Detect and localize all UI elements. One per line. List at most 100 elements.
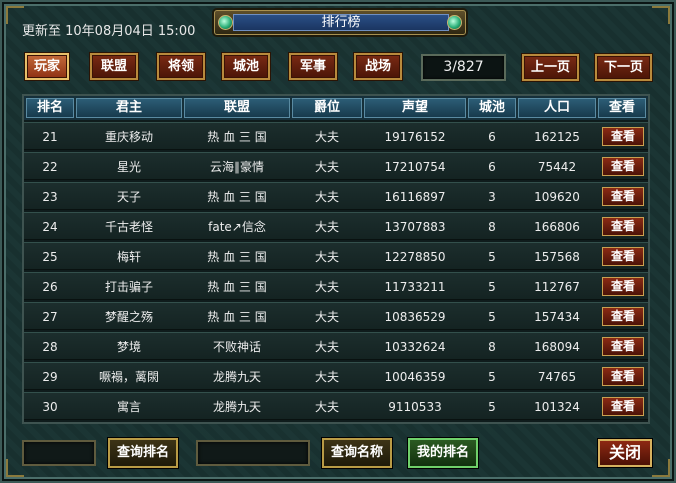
cell-cities: 5 — [488, 280, 496, 294]
cell-lord: 打击骗子 — [104, 280, 153, 294]
query-rank-button[interactable]: 查询排名 — [108, 438, 178, 468]
cell-title: 大夫 — [314, 280, 339, 294]
cell-prestige: 17210754 — [384, 160, 446, 174]
cell-lord: 重庆移动 — [104, 130, 153, 144]
cell-title: 大夫 — [314, 190, 339, 204]
cell-prestige: 11733211 — [384, 280, 446, 294]
view-button[interactable]: 查看 — [602, 307, 644, 326]
cell-alliance: 龙腾九天 — [212, 400, 261, 414]
table-row: 25 梅轩 热 血 三 国 大夫 12278850 5 157568 查看 — [24, 242, 648, 270]
view-button[interactable]: 查看 — [602, 127, 644, 146]
tab-general[interactable]: 将领 — [157, 53, 205, 80]
cell-lord: 天子 — [116, 190, 141, 204]
cell-prestige: 9110533 — [388, 400, 442, 414]
next-page-button[interactable]: 下一页 — [595, 54, 652, 81]
cell-alliance: 云海∥豪情 — [209, 160, 264, 174]
ranking-table: 排名 君主 联盟 爵位 声望 城池 人口 查看 21 重庆移动 热 血 三 国 … — [22, 94, 650, 424]
query-name-button[interactable]: 查询名称 — [322, 438, 392, 468]
cell-prestige: 13707883 — [384, 220, 446, 234]
tab-city[interactable]: 城池 — [222, 53, 270, 80]
cell-prestige: 10046359 — [384, 370, 446, 384]
table-header: 排名 君主 联盟 爵位 声望 城池 人口 查看 — [24, 96, 648, 120]
name-query-input[interactable] — [196, 440, 310, 466]
table-row: 24 千古老怪 fate↗信念 大夫 13707883 8 166806 查看 — [24, 212, 648, 240]
cell-rank: 24 — [42, 220, 58, 234]
cell-rank: 22 — [42, 160, 58, 174]
header-lord: 君主 — [76, 98, 182, 118]
cell-cities: 6 — [488, 160, 496, 174]
jade-gem-icon — [218, 15, 233, 30]
tab-battlefield[interactable]: 战场 — [354, 53, 402, 80]
cell-population: 157568 — [534, 250, 580, 264]
cell-lord: 噘褟，蓠閖 — [98, 370, 159, 384]
cell-population: 101324 — [534, 400, 580, 414]
cell-title: 大夫 — [314, 310, 339, 324]
cell-cities: 8 — [488, 340, 496, 354]
view-button[interactable]: 查看 — [602, 157, 644, 176]
cell-cities: 5 — [488, 310, 496, 324]
cell-prestige: 10332624 — [384, 340, 446, 354]
cell-lord: 梦境 — [116, 340, 141, 354]
view-button[interactable]: 查看 — [602, 397, 644, 416]
cell-cities: 3 — [488, 190, 496, 204]
cell-lord: 寓言 — [116, 400, 141, 414]
view-button[interactable]: 查看 — [602, 337, 644, 356]
close-button[interactable]: 关闭 — [598, 439, 652, 467]
header-alliance: 联盟 — [184, 98, 290, 118]
cell-title: 大夫 — [314, 160, 339, 174]
title-bar: 排行榜 — [214, 10, 466, 35]
cell-title: 大夫 — [314, 340, 339, 354]
cell-prestige: 10836529 — [384, 310, 446, 324]
prev-page-button[interactable]: 上一页 — [522, 54, 579, 81]
view-button[interactable]: 查看 — [602, 247, 644, 266]
cell-prestige: 19176152 — [384, 130, 446, 144]
header-title: 爵位 — [292, 98, 362, 118]
cell-rank: 23 — [42, 190, 58, 204]
cell-cities: 8 — [488, 220, 496, 234]
cell-rank: 26 — [42, 280, 58, 294]
view-button[interactable]: 查看 — [602, 367, 644, 386]
cell-population: 112767 — [534, 280, 580, 294]
cell-alliance: 热 血 三 国 — [207, 280, 267, 294]
table-row: 28 梦境 不败神话 大夫 10332624 8 168094 查看 — [24, 332, 648, 360]
cell-prestige: 12278850 — [384, 250, 446, 264]
cell-rank: 30 — [42, 400, 58, 414]
cell-cities: 5 — [488, 250, 496, 264]
cell-population: 74765 — [537, 370, 577, 384]
cell-cities: 5 — [488, 370, 496, 384]
update-timestamp: 更新至 10年08月04日 15:00 — [22, 24, 196, 39]
cell-cities: 6 — [488, 130, 496, 144]
ranking-window: 排行榜 更新至 10年08月04日 15:00 玩家 联盟 将领 城池 军事 战… — [0, 0, 676, 483]
header-prestige: 声望 — [364, 98, 466, 118]
cell-title: 大夫 — [314, 250, 339, 264]
view-button[interactable]: 查看 — [602, 217, 644, 236]
cell-lord: 梦醒之殇 — [104, 310, 153, 324]
header-cities: 城池 — [468, 98, 516, 118]
table-row: 27 梦醒之殇 热 血 三 国 大夫 10836529 5 157434 查看 — [24, 302, 648, 330]
jade-gem-icon — [447, 15, 462, 30]
table-row: 30 寓言 龙腾九天 大夫 9110533 5 101324 查看 — [24, 392, 648, 420]
view-button[interactable]: 查看 — [602, 277, 644, 296]
cell-rank: 29 — [42, 370, 58, 384]
cell-alliance: 热 血 三 国 — [207, 250, 267, 264]
rank-query-input[interactable] — [22, 440, 96, 466]
cell-alliance: 不败神话 — [212, 340, 261, 354]
cell-rank: 27 — [42, 310, 58, 324]
cell-population: 109620 — [534, 190, 580, 204]
tab-military[interactable]: 军事 — [289, 53, 337, 80]
view-button[interactable]: 查看 — [602, 187, 644, 206]
tab-player[interactable]: 玩家 — [25, 53, 69, 80]
tab-alliance[interactable]: 联盟 — [90, 53, 138, 80]
cell-prestige: 16116897 — [384, 190, 446, 204]
my-rank-button[interactable]: 我的排名 — [408, 438, 478, 468]
header-population: 人口 — [518, 98, 596, 118]
cell-lord: 梅轩 — [116, 250, 141, 264]
cell-alliance: fate↗信念 — [208, 220, 266, 234]
cell-alliance: 龙腾九天 — [212, 370, 261, 384]
cell-alliance: 热 血 三 国 — [207, 310, 267, 324]
table-row: 26 打击骗子 热 血 三 国 大夫 11733211 5 112767 查看 — [24, 272, 648, 300]
cell-population: 162125 — [534, 130, 580, 144]
cell-lord: 千古老怪 — [104, 220, 153, 234]
cell-population: 166806 — [534, 220, 580, 234]
page-indicator: 3/827 — [421, 54, 506, 81]
